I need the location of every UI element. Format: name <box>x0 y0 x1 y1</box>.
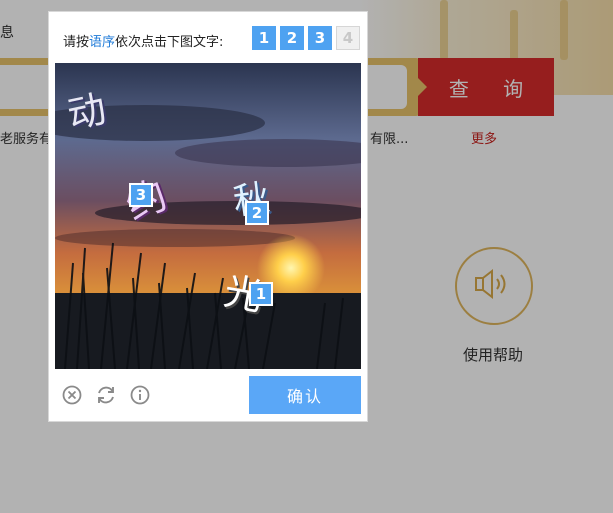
info-icon[interactable] <box>129 384 151 406</box>
captcha-dialog: 请按语序依次点击下图文字: 1 2 3 4 动 光 1 2 3 确认 <box>48 11 368 422</box>
click-marker-2[interactable]: 2 <box>245 201 269 225</box>
order-chip-1: 1 <box>252 26 276 50</box>
refresh-icon[interactable] <box>95 384 117 406</box>
click-order-indicators: 1 2 3 4 <box>252 26 360 50</box>
order-chip-4: 4 <box>336 26 360 50</box>
captcha-header: 请按语序依次点击下图文字: <box>63 28 223 52</box>
confirm-button[interactable]: 确认 <box>249 376 361 414</box>
close-circle-icon[interactable] <box>61 384 83 406</box>
order-chip-3: 3 <box>308 26 332 50</box>
click-marker-3[interactable]: 3 <box>129 183 153 207</box>
order-chip-2: 2 <box>280 26 304 50</box>
captcha-image[interactable]: 动 秋 光 约 1 2 3 <box>55 63 361 369</box>
captcha-footer: 确认 <box>49 375 367 419</box>
captcha-instruction: 请按语序依次点击下图文字: <box>63 34 224 50</box>
instruction-highlight: 语序 <box>89 34 116 50</box>
click-marker-1[interactable]: 1 <box>249 282 273 306</box>
